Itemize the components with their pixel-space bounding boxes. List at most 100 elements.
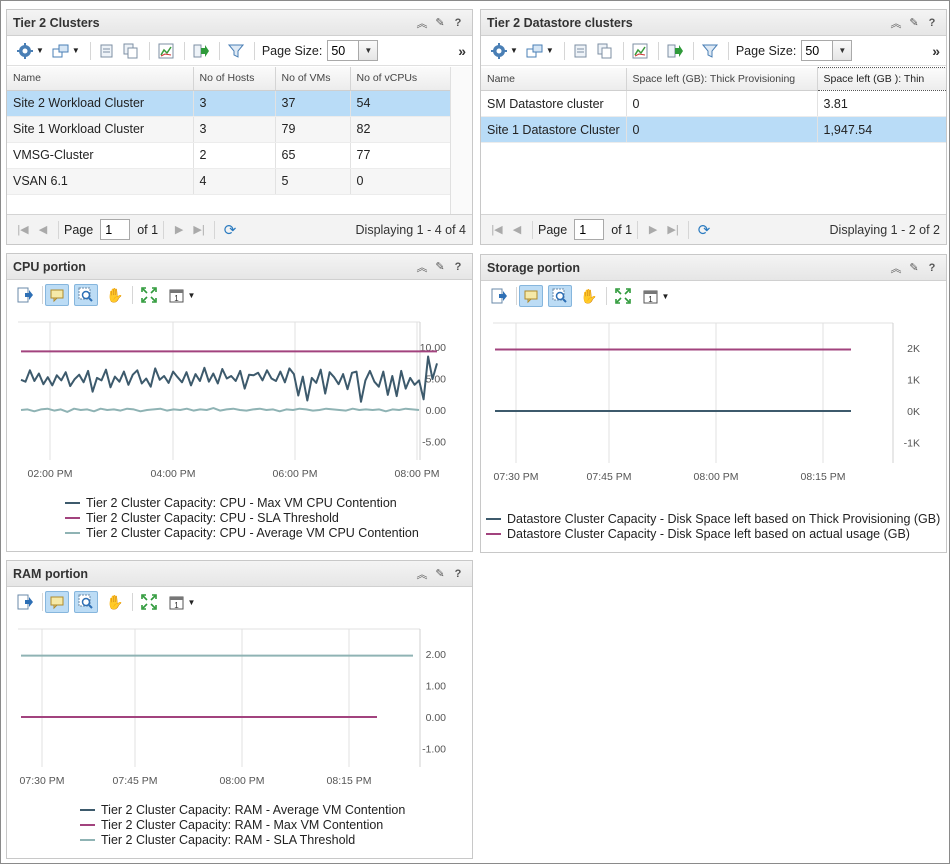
more-actions-icon[interactable]: »	[458, 43, 466, 59]
toolbar-separator	[42, 593, 43, 611]
legend-item[interactable]: Tier 2 Cluster Capacity: RAM - Average V…	[80, 802, 405, 817]
date-range-icon[interactable]: 1 ▼	[640, 285, 672, 307]
help-icon[interactable]: ?	[450, 15, 466, 31]
page-size-input[interactable]	[802, 41, 833, 60]
tooltip-toggle-icon[interactable]	[45, 591, 69, 613]
fit-all-icon[interactable]	[137, 284, 161, 306]
legend-item[interactable]: Tier 2 Cluster Capacity: CPU - Average V…	[65, 525, 419, 540]
table-row[interactable]: VMSG-Cluster 2 65 77	[7, 142, 451, 169]
edit-icon[interactable]: ✎	[432, 566, 448, 582]
pan-icon[interactable]: ✋	[103, 284, 127, 306]
chart-button[interactable]	[155, 40, 177, 62]
first-page-icon[interactable]: |◀	[13, 223, 33, 236]
save-image-icon[interactable]	[13, 284, 37, 306]
column-header[interactable]: No of vCPUs	[350, 67, 451, 91]
zoom-icon[interactable]	[548, 285, 572, 307]
page-size-select[interactable]: ▼	[801, 40, 853, 61]
legend-item[interactable]: Datastore Cluster Capacity - Disk Space …	[486, 511, 940, 526]
legend-item[interactable]: Tier 2 Cluster Capacity: RAM - Max VM Co…	[80, 817, 405, 832]
column-header[interactable]: No of VMs	[275, 67, 351, 91]
previous-page-icon[interactable]: ◀	[507, 223, 527, 236]
fit-all-icon[interactable]	[137, 591, 161, 613]
help-icon[interactable]: ?	[450, 566, 466, 582]
toolbar-separator	[657, 41, 659, 60]
table-row[interactable]: SM Datastore cluster 0 3.81	[481, 90, 946, 117]
navigate-button[interactable]: ▼	[523, 40, 557, 62]
series-line[interactable]	[20, 407, 420, 413]
pan-icon[interactable]: ✋	[577, 285, 601, 307]
date-range-icon[interactable]: 1 ▼	[166, 591, 198, 613]
collapse-icon[interactable]: ︽	[888, 260, 904, 276]
save-image-icon[interactable]	[487, 285, 511, 307]
first-page-icon[interactable]: |◀	[487, 223, 507, 236]
table-row[interactable]: VSAN 6.1 4 5 0	[7, 168, 451, 195]
date-range-icon[interactable]: 1 ▼	[166, 284, 198, 306]
export-data-button[interactable]	[190, 40, 212, 62]
storage-chart[interactable]: 07:30 PM 07:45 PM 08:00 PM 08:15 PM 2K 1K 0K -1…	[481, 313, 946, 493]
filter-button[interactable]	[225, 40, 247, 62]
next-page-icon[interactable]: ▶	[169, 223, 189, 236]
save-image-icon[interactable]	[13, 591, 37, 613]
collapse-icon[interactable]: ︽	[414, 259, 430, 275]
ram-chart[interactable]: 07:30 PM 07:45 PM 08:00 PM 08:15 PM 2.00 1.00…	[7, 619, 472, 799]
column-header[interactable]: Space left (GB): Thick Provisioning	[626, 67, 818, 91]
chevron-down-icon[interactable]: ▼	[832, 41, 852, 60]
column-header[interactable]: Space left (GB ): Thin	[816, 67, 946, 91]
previous-page-icon[interactable]: ◀	[33, 223, 53, 236]
copy-button[interactable]	[120, 40, 142, 62]
legend-item[interactable]: Tier 2 Cluster Capacity: RAM - SLA Thres…	[80, 832, 405, 847]
column-header[interactable]: No of Hosts	[193, 67, 276, 91]
refresh-icon[interactable]: ⟳	[694, 221, 714, 239]
export-data-icon	[193, 44, 209, 57]
next-page-icon[interactable]: ▶	[643, 223, 663, 236]
last-page-icon[interactable]: ▶|	[189, 223, 209, 236]
edit-icon[interactable]: ✎	[432, 259, 448, 275]
page-size-select[interactable]: ▼	[327, 40, 379, 61]
column-header[interactable]: Name	[481, 67, 627, 91]
series-line[interactable]	[20, 355, 438, 403]
page-number-input[interactable]	[100, 219, 131, 240]
navigate-button[interactable]: ▼	[49, 40, 83, 62]
last-page-icon[interactable]: ▶|	[663, 223, 683, 236]
help-icon[interactable]: ?	[924, 260, 940, 276]
edit-icon[interactable]: ✎	[906, 260, 922, 276]
tooltip-toggle-icon[interactable]	[519, 285, 543, 307]
help-icon[interactable]: ?	[924, 15, 940, 31]
legend-item[interactable]: Datastore Cluster Capacity - Disk Space …	[486, 526, 940, 541]
refresh-icon[interactable]: ⟳	[220, 221, 240, 239]
legend-label: Datastore Cluster Capacity - Disk Space …	[507, 526, 910, 541]
edit-icon[interactable]: ✎	[906, 15, 922, 31]
more-actions-icon[interactable]: »	[932, 43, 940, 59]
edit-icon[interactable]: ✎	[432, 15, 448, 31]
table-row[interactable]: Site 2 Workload Cluster 3 37 54	[7, 90, 451, 117]
export-button[interactable]	[96, 40, 118, 62]
fit-all-icon[interactable]	[611, 285, 635, 307]
export-button[interactable]	[570, 40, 592, 62]
table-row[interactable]: Site 1 Datastore Cluster 0 1,947.54	[481, 116, 946, 143]
page-size-input[interactable]	[328, 41, 359, 60]
pan-icon[interactable]: ✋	[103, 591, 127, 613]
table-row[interactable]: Site 1 Workload Cluster 3 79 82	[7, 116, 451, 143]
settings-button[interactable]: ▼	[13, 40, 47, 62]
column-header[interactable]: Name	[7, 67, 194, 91]
legend-item[interactable]: Tier 2 Cluster Capacity: CPU - SLA Thres…	[65, 510, 419, 525]
zoom-icon[interactable]	[74, 591, 98, 613]
export-data-button[interactable]	[664, 40, 686, 62]
cpu-chart[interactable]: 02:00 PM 04:00 PM 06:00 PM 08:00 PM10.005.0…	[7, 312, 472, 492]
settings-button[interactable]: ▼	[487, 40, 521, 62]
legend-swatch	[486, 532, 501, 535]
chart-button[interactable]	[629, 40, 651, 62]
grid-scrollbar[interactable]	[450, 67, 472, 214]
zoom-icon[interactable]	[74, 284, 98, 306]
collapse-icon[interactable]: ︽	[888, 15, 904, 31]
tooltip-toggle-icon[interactable]	[45, 284, 69, 306]
collapse-icon[interactable]: ︽	[414, 566, 430, 582]
page-number-input[interactable]	[574, 219, 605, 240]
filter-button[interactable]	[699, 40, 721, 62]
legend-label: Tier 2 Cluster Capacity: CPU - Average V…	[86, 525, 419, 540]
legend-item[interactable]: Tier 2 Cluster Capacity: CPU - Max VM CP…	[65, 495, 419, 510]
collapse-icon[interactable]: ︽	[414, 15, 430, 31]
copy-button[interactable]	[594, 40, 616, 62]
chevron-down-icon[interactable]: ▼	[358, 41, 378, 60]
help-icon[interactable]: ?	[450, 259, 466, 275]
